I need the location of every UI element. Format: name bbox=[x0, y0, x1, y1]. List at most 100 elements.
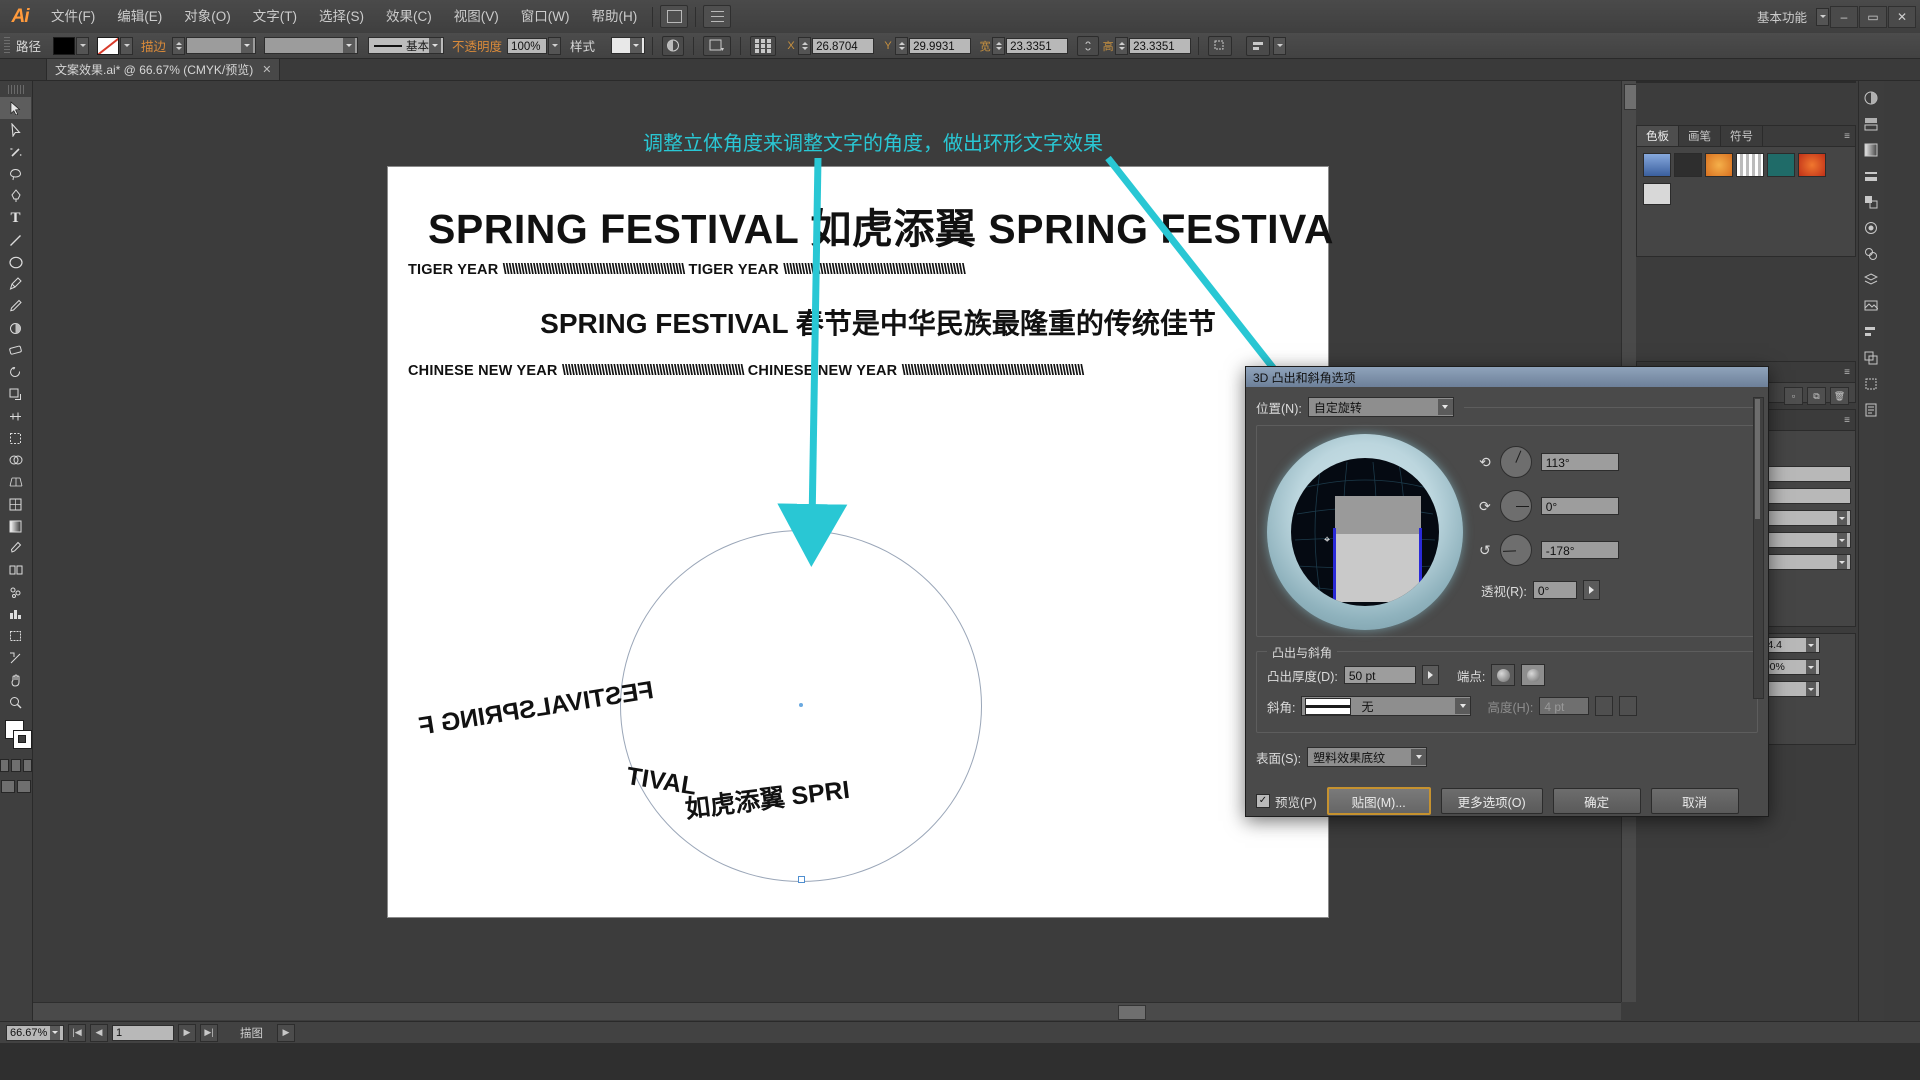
map-art-button[interactable]: 贴图(M)... bbox=[1326, 787, 1431, 815]
pencil-tool[interactable] bbox=[0, 295, 31, 317]
delete-icon[interactable]: 🗑 bbox=[1830, 387, 1849, 405]
brush-definition-combo[interactable]: 基本 bbox=[368, 37, 445, 54]
canvas-horizontal-scrollbar[interactable] bbox=[33, 1002, 1621, 1020]
width-stepper[interactable] bbox=[992, 36, 1006, 55]
stroke-icon[interactable] bbox=[1859, 164, 1883, 188]
gradient-button[interactable] bbox=[11, 759, 21, 772]
layers-icon[interactable] bbox=[1859, 268, 1883, 292]
eyedropper-tool[interactable] bbox=[0, 537, 31, 559]
dialog-scrollbar[interactable] bbox=[1753, 397, 1764, 699]
color-icon[interactable] bbox=[1859, 86, 1883, 110]
workspace-chevron-down-icon[interactable] bbox=[1816, 7, 1829, 26]
swatch-item[interactable] bbox=[1705, 153, 1733, 177]
document-info-icon[interactable] bbox=[1859, 398, 1883, 422]
width-field[interactable]: 23.3351 bbox=[1006, 37, 1069, 54]
swatch-item[interactable] bbox=[1767, 153, 1795, 177]
brush-chevron-down-icon[interactable] bbox=[429, 38, 442, 53]
fill-color-swatch[interactable] bbox=[53, 36, 76, 55]
pathfinder-icon[interactable] bbox=[1859, 346, 1883, 370]
arrange-documents-icon[interactable] bbox=[703, 5, 732, 28]
preview-checkbox-group[interactable]: ✓ 预览(P) bbox=[1256, 792, 1317, 811]
bridge-icon[interactable] bbox=[660, 5, 689, 28]
zoom-tool[interactable] bbox=[0, 691, 31, 713]
ok-button[interactable]: 确定 bbox=[1552, 788, 1641, 814]
links-icon[interactable] bbox=[1859, 294, 1883, 318]
angle-y-dial[interactable] bbox=[1499, 490, 1532, 522]
dialog-scroll-thumb[interactable] bbox=[1755, 399, 1760, 519]
transparency-icon[interactable] bbox=[1859, 190, 1883, 214]
stroke-weight-combo[interactable] bbox=[186, 37, 257, 54]
duplicate-icon[interactable]: ⧉ bbox=[1807, 387, 1826, 405]
menu-object[interactable]: 对象(O) bbox=[173, 0, 242, 33]
menu-window[interactable]: 窗口(W) bbox=[510, 0, 581, 33]
document-tab[interactable]: 文案效果.ai* @ 66.67% (CMYK/预览) ✕ bbox=[46, 58, 281, 80]
mesh-tool[interactable] bbox=[0, 493, 31, 515]
position-chevron-down-icon[interactable] bbox=[1437, 399, 1453, 415]
new-art-icon[interactable]: ▫ bbox=[1784, 387, 1803, 405]
close-icon[interactable]: ✕ bbox=[262, 63, 271, 76]
bevel-combo[interactable]: 无 bbox=[1301, 696, 1472, 716]
menu-effect[interactable]: 效果(C) bbox=[375, 0, 443, 33]
angle-x-dial[interactable] bbox=[1499, 446, 1532, 478]
tab-brushes[interactable]: 画笔 bbox=[1679, 126, 1721, 146]
surface-combo[interactable]: 塑料效果底纹 bbox=[1307, 747, 1428, 767]
tab-symbols[interactable]: 符号 bbox=[1721, 126, 1763, 146]
angle-z-dial[interactable] bbox=[1499, 534, 1532, 566]
hand-tool[interactable] bbox=[0, 669, 31, 691]
lasso-tool[interactable] bbox=[0, 163, 31, 185]
3d-rotation-widget[interactable]: ⌖ bbox=[1267, 434, 1463, 630]
screen-mode-normal-button[interactable] bbox=[1, 780, 15, 793]
circular-text-path[interactable]: FESTIVALSPRING F TIVAL 如虎添翼 SPRI bbox=[417, 528, 982, 883]
tracking-chevron-down-icon[interactable] bbox=[1806, 682, 1816, 696]
minimize-button[interactable]: – bbox=[1830, 5, 1858, 28]
first-artboard-icon[interactable]: |◀ bbox=[68, 1023, 86, 1042]
shape-builder-tool[interactable] bbox=[0, 449, 31, 471]
menu-help[interactable]: 帮助(H) bbox=[580, 0, 648, 33]
graphic-style-combo[interactable] bbox=[611, 37, 646, 54]
artboard-number-field[interactable]: 1 bbox=[112, 1024, 174, 1041]
fill-chevron-down-icon[interactable] bbox=[76, 36, 90, 55]
rotation-cube-top[interactable] bbox=[1335, 496, 1421, 534]
x-stepper[interactable] bbox=[798, 36, 812, 55]
align-icon[interactable] bbox=[1859, 320, 1883, 344]
ellipse-tool[interactable] bbox=[0, 251, 31, 273]
swatch-item[interactable] bbox=[1674, 153, 1702, 177]
direct-selection-tool[interactable] bbox=[0, 119, 31, 141]
tools-panel-grip[interactable] bbox=[8, 85, 24, 94]
horizontal-scroll-thumb[interactable] bbox=[1118, 1005, 1146, 1020]
opacity-value[interactable]: 100% bbox=[507, 37, 548, 54]
angle-z-field[interactable]: -178° bbox=[1540, 541, 1619, 559]
opacity-mask-icon[interactable] bbox=[662, 35, 685, 56]
stroke-weight-stepper[interactable] bbox=[172, 36, 186, 55]
paintbrush-tool[interactable] bbox=[0, 273, 31, 295]
magic-wand-tool[interactable] bbox=[0, 141, 31, 163]
align-panel-menu-icon[interactable]: ≡ bbox=[1839, 410, 1855, 430]
menu-file[interactable]: 文件(F) bbox=[40, 0, 106, 33]
opacity-chevron-down-icon[interactable] bbox=[548, 36, 562, 55]
tab-swatches[interactable]: 色板 bbox=[1637, 126, 1679, 146]
selection-tool[interactable] bbox=[0, 97, 31, 119]
3d-extrude-bevel-dialog[interactable]: 3D 凸出和斜角选项 位置(N): 自定旋转 ⌖ ⟲ 113° ⟳ 0° ↺ -… bbox=[1245, 366, 1769, 817]
width-tool[interactable] bbox=[0, 405, 31, 427]
blob-brush-tool[interactable] bbox=[0, 317, 31, 339]
constrain-proportions-icon[interactable] bbox=[1077, 35, 1100, 56]
transform-icon[interactable] bbox=[1859, 372, 1883, 396]
depth-stepper-icon[interactable] bbox=[1421, 665, 1439, 685]
preview-checkbox[interactable]: ✓ bbox=[1256, 794, 1270, 808]
menu-view[interactable]: 视图(V) bbox=[443, 0, 510, 33]
artboard-tool[interactable] bbox=[0, 625, 31, 647]
stroke-swatch-tool[interactable] bbox=[13, 730, 32, 749]
leading-chevron-down-icon[interactable] bbox=[1806, 638, 1816, 652]
swatch-item[interactable] bbox=[1643, 153, 1671, 177]
y-stepper[interactable] bbox=[895, 36, 909, 55]
bevel-chevron-down-icon[interactable] bbox=[1455, 698, 1471, 714]
align-chevron-down-icon[interactable] bbox=[1273, 36, 1287, 55]
space-before-chevron-down-icon[interactable] bbox=[1837, 511, 1847, 525]
appearance-icon[interactable] bbox=[1859, 216, 1883, 240]
gradient-icon[interactable] bbox=[1859, 138, 1883, 162]
align-options-icon[interactable] bbox=[1246, 35, 1271, 56]
opacity-label[interactable]: 不透明度 bbox=[452, 36, 502, 55]
next-artboard-icon[interactable]: ▶ bbox=[178, 1023, 196, 1042]
swatch-item[interactable] bbox=[1798, 153, 1826, 177]
menu-edit[interactable]: 编辑(E) bbox=[106, 0, 173, 33]
